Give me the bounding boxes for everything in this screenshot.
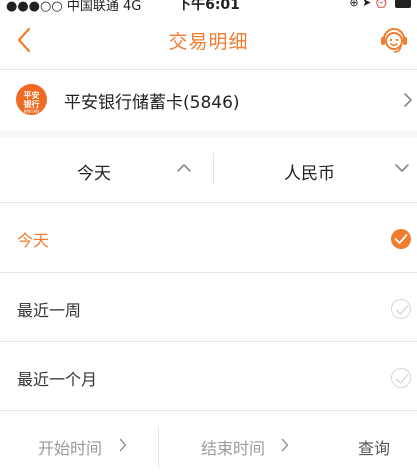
page-title: 交易明细	[168, 31, 249, 53]
period-option-label: 最近一周	[17, 301, 82, 320]
end-time-picker[interactable]: 结束时间	[159, 411, 349, 475]
battery-icon	[395, 0, 411, 8]
period-option-week[interactable]: 最近一周	[0, 273, 417, 342]
nav-bar: 交易明细	[0, 12, 417, 68]
checkmark-icon	[391, 229, 411, 249]
start-time-label: 开始时间	[38, 439, 103, 458]
period-option-label: 最近一个月	[17, 370, 98, 389]
filter-bar: 今天 人民币	[0, 138, 417, 202]
bank-logo: 平安 银行 PINGAN	[16, 84, 47, 115]
customer-service-icon	[381, 28, 407, 53]
status-right: ⊕ ➤ ⏰	[349, 0, 411, 9]
period-filter-label: 今天	[77, 164, 111, 184]
lock-rotation-icon: ⊕	[349, 0, 359, 9]
chevron-right-icon	[281, 438, 289, 452]
checkmark-icon	[391, 368, 411, 388]
period-filter[interactable]: 今天	[0, 138, 213, 202]
chevron-down-icon	[395, 164, 409, 172]
customer-service-button[interactable]	[379, 24, 409, 56]
chevron-right-icon	[404, 93, 412, 107]
location-icon: ➤	[362, 0, 372, 9]
period-option-label: 今天	[17, 231, 50, 250]
period-option-today[interactable]: 今天	[0, 203, 417, 272]
bank-logo-subtext: PINGAN	[23, 109, 40, 114]
status-bar: ●●●○○ 中国联通 4G 下午6:01 ⊕ ➤ ⏰	[0, 0, 417, 12]
alarm-icon: ⏰	[374, 0, 389, 9]
currency-filter-label: 人民币	[284, 164, 335, 184]
start-time-picker[interactable]: 开始时间	[0, 411, 158, 475]
currency-filter[interactable]: 人民币	[214, 138, 417, 202]
period-option-month[interactable]: 最近一个月	[0, 342, 417, 411]
checkmark-icon	[391, 299, 411, 319]
account-name: 平安银行储蓄卡(5846)	[64, 93, 240, 113]
end-time-label: 结束时间	[201, 439, 266, 458]
query-button[interactable]: 查询	[358, 435, 390, 459]
bank-logo-text: 平安 银行	[23, 91, 40, 109]
section-gap	[0, 131, 417, 137]
date-range-bar: 开始时间 结束时间 查询	[0, 410, 417, 475]
account-selector[interactable]: 平安 银行 PINGAN 平安银行储蓄卡(5846)	[0, 70, 417, 130]
chevron-right-icon	[119, 438, 127, 452]
chevron-up-icon	[177, 164, 191, 172]
